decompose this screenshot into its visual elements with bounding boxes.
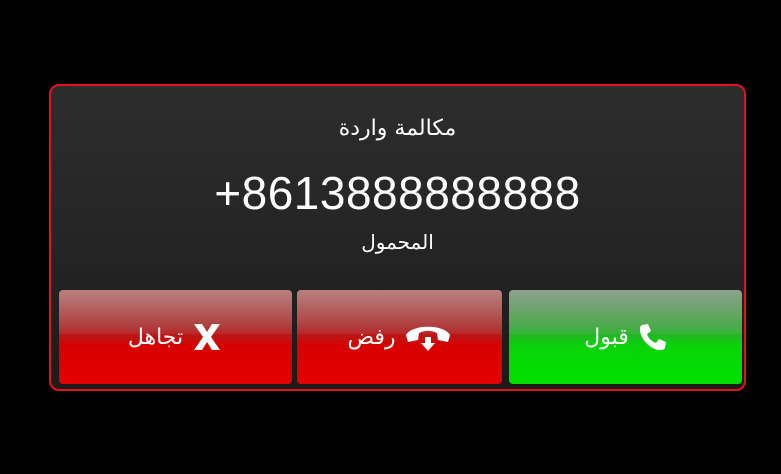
caller-number: +8613888888888 <box>214 167 581 219</box>
call-action-buttons: تجاهل رفض قبول <box>59 290 742 386</box>
incoming-call-dialog: مكالمة واردة +8613888888888 المحمول تجاه… <box>49 84 746 391</box>
reject-label: رفض <box>347 324 396 350</box>
phone-icon <box>637 322 667 352</box>
call-title: مكالمة واردة <box>338 116 457 141</box>
ignore-label: تجاهل <box>127 324 184 350</box>
accept-label: قبول <box>584 324 629 350</box>
ignore-button[interactable]: تجاهل <box>59 290 292 384</box>
reject-button[interactable]: رفض <box>297 290 502 384</box>
x-icon <box>191 322 223 352</box>
hang-up-phone-icon <box>404 322 452 352</box>
caller-type-label: المحمول <box>361 230 434 254</box>
accept-button[interactable]: قبول <box>509 290 742 384</box>
